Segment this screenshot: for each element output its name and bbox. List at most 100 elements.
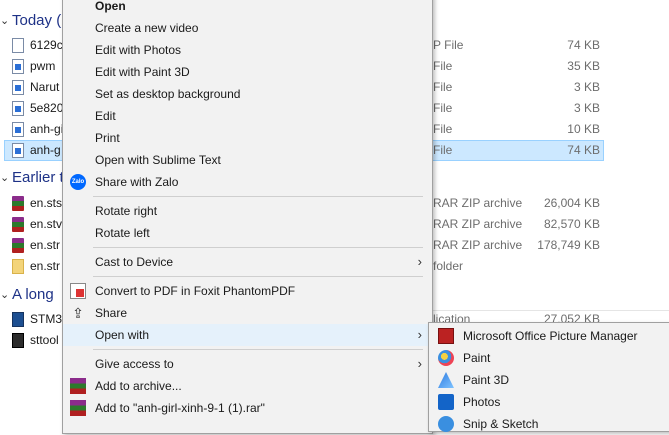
submenu-item-label: Microsoft Office Picture Manager: [463, 329, 638, 343]
menu-divider: [93, 247, 423, 248]
menu-item-give-access[interactable]: Give access to ›: [63, 353, 432, 375]
chevron-right-icon: ›: [417, 254, 422, 269]
menu-item-label: Print: [95, 131, 120, 145]
menu-item-edit-with-paint-3d[interactable]: Edit with Paint 3D: [63, 61, 432, 83]
menu-divider: [93, 276, 423, 277]
context-menu: Open Create a new video Edit with Photos…: [62, 0, 433, 434]
winrar-icon: [12, 238, 24, 253]
picture-manager-icon: [438, 328, 454, 344]
menu-item-add-to-archive[interactable]: Add to archive...: [63, 375, 432, 397]
menu-item-edit-with-photos[interactable]: Edit with Photos: [63, 39, 432, 61]
menu-item-label: Create a new video: [95, 21, 199, 35]
file-name: 6129c: [30, 38, 63, 52]
menu-divider: [93, 196, 423, 197]
menu-item-label: Give access to: [95, 357, 174, 371]
chevron-down-icon[interactable]: ⌄: [0, 288, 12, 301]
menu-item-label: Add to "anh-girl-xinh-9-1 (1).rar": [95, 401, 265, 415]
image-file-icon: [12, 80, 24, 95]
submenu-item-label: Photos: [463, 395, 501, 409]
image-file-icon: [12, 101, 24, 116]
file-type: P File: [433, 38, 464, 52]
app-icon: [12, 333, 24, 348]
winrar-icon: [12, 217, 24, 232]
group-label: Today (: [12, 11, 62, 29]
menu-item-print[interactable]: Print: [63, 127, 432, 149]
file-size: 74 KB: [567, 38, 600, 52]
chevron-down-icon[interactable]: ⌄: [0, 14, 12, 27]
paint-3d-icon: [438, 372, 454, 388]
submenu-item-picture-manager[interactable]: Microsoft Office Picture Manager: [429, 325, 669, 347]
menu-item-share-zalo[interactable]: Zalo Share with Zalo: [63, 171, 432, 193]
group-header-earlier[interactable]: ⌄ Earlier t: [0, 166, 64, 188]
snip-sketch-icon: [438, 416, 454, 432]
menu-divider: [93, 349, 423, 350]
winrar-icon: [70, 378, 86, 394]
foxit-pdf-icon: [70, 283, 86, 299]
menu-item-label: Open: [95, 0, 126, 13]
file-size: 82,570 KB: [543, 217, 600, 231]
file-type: File: [433, 101, 453, 115]
winrar-icon: [12, 196, 24, 211]
file-name: pwm: [30, 59, 56, 73]
file-name: anh-g: [30, 143, 61, 157]
menu-item-label: Add to archive...: [95, 379, 182, 393]
file-type: File: [433, 80, 453, 94]
submenu-item-snip-sketch[interactable]: Snip & Sketch: [429, 413, 669, 435]
group-header-today[interactable]: ⌄ Today (: [0, 9, 61, 31]
file-size: 10 KB: [567, 122, 600, 136]
menu-item-label: Set as desktop background: [95, 87, 241, 101]
menu-item-label: Edit: [95, 109, 116, 123]
file-name: anh-gi: [30, 122, 64, 136]
menu-item-label: Rotate right: [95, 204, 158, 218]
menu-item-label: Share: [95, 306, 128, 320]
menu-item-edit[interactable]: Edit: [63, 105, 432, 127]
file-name: sttool: [30, 333, 59, 347]
file-size: 74 KB: [567, 143, 600, 157]
menu-item-label: Open with Sublime Text: [95, 153, 221, 167]
file-size: 3 KB: [573, 80, 600, 94]
chevron-down-icon[interactable]: ⌄: [0, 171, 12, 184]
menu-item-set-desktop-background[interactable]: Set as desktop background: [63, 83, 432, 105]
file-size: 35 KB: [567, 59, 600, 73]
paint-icon: [438, 350, 454, 366]
submenu-item-paint[interactable]: Paint: [429, 347, 669, 369]
menu-item-convert-pdf[interactable]: Convert to PDF in Foxit PhantomPDF: [63, 280, 432, 302]
group-label: Earlier t: [12, 168, 64, 186]
chevron-right-icon: ›: [417, 356, 422, 371]
menu-item-cast-to-device[interactable]: Cast to Device ›: [63, 251, 432, 273]
file-name: en.str: [30, 259, 61, 273]
menu-item-open[interactable]: Open: [63, 0, 432, 17]
image-file-icon: [12, 59, 24, 74]
menu-item-share[interactable]: ⇪ Share: [63, 302, 432, 324]
file-type: File: [433, 59, 453, 73]
submenu-item-paint-3d[interactable]: Paint 3D: [429, 369, 669, 391]
file-size: 26,004 KB: [543, 196, 600, 210]
submenu-item-photos[interactable]: Photos: [429, 391, 669, 413]
file-name: Narut: [30, 80, 60, 94]
image-file-icon: [12, 122, 24, 137]
group-label: A long: [12, 285, 54, 303]
menu-item-open-sublime[interactable]: Open with Sublime Text: [63, 149, 432, 171]
file-name: STM3: [30, 312, 63, 326]
file-size: 3 KB: [573, 101, 600, 115]
menu-item-label: Edit with Paint 3D: [95, 65, 190, 79]
menu-item-add-to-rar[interactable]: Add to "anh-girl-xinh-9-1 (1).rar": [63, 397, 432, 419]
file-size: 178,749 KB: [537, 238, 600, 252]
file-type: folder: [433, 259, 464, 273]
chevron-right-icon: ›: [417, 327, 422, 342]
menu-item-rotate-right[interactable]: Rotate right: [63, 200, 432, 222]
file-type: RAR ZIP archive: [433, 217, 523, 231]
app-icon: [12, 312, 24, 327]
menu-item-open-with[interactable]: Open with ›: [63, 324, 432, 346]
file-type: File: [433, 143, 453, 157]
group-header-a-long-time-ago[interactable]: ⌄ A long: [0, 283, 54, 305]
zalo-icon: Zalo: [70, 174, 86, 190]
image-file-icon: [12, 143, 24, 158]
submenu-item-label: Paint: [463, 351, 491, 365]
file-type: RAR ZIP archive: [433, 196, 523, 210]
menu-item-rotate-left[interactable]: Rotate left: [63, 222, 432, 244]
document-icon: [12, 38, 24, 53]
menu-item-label: Open with: [95, 328, 150, 342]
menu-item-label: Edit with Photos: [95, 43, 182, 57]
menu-item-create-video[interactable]: Create a new video: [63, 17, 432, 39]
